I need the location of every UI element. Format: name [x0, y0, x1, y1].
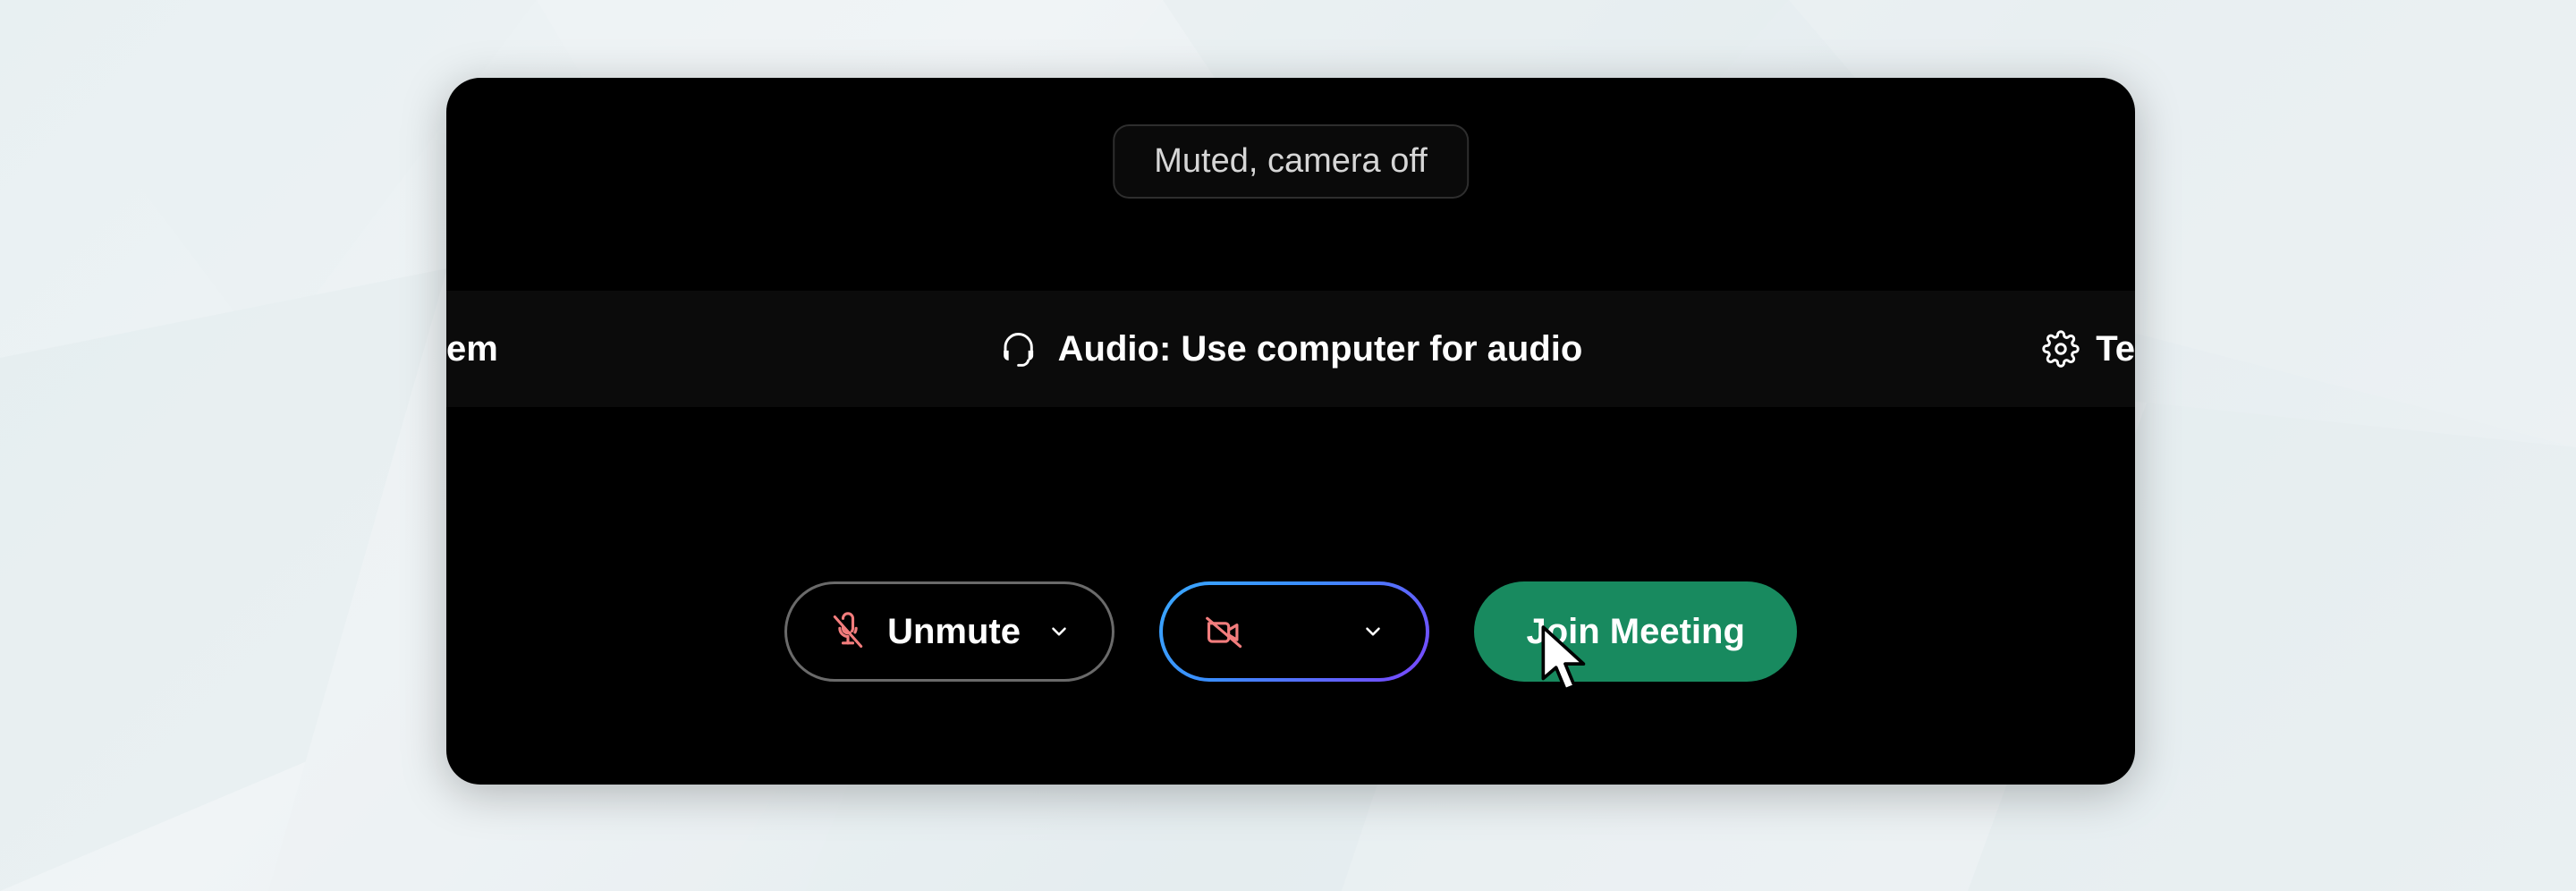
chevron-down-icon[interactable] — [1361, 620, 1385, 643]
headset-icon — [999, 329, 1038, 369]
unmute-label: Unmute — [887, 612, 1021, 652]
settings-option-cropped[interactable]: Te — [2042, 329, 2135, 369]
gear-icon — [2042, 330, 2080, 368]
meeting-preview-panel: Muted, camera off em Audio: Use computer… — [446, 78, 2135, 785]
unmute-button[interactable]: Unmute — [784, 581, 1114, 682]
status-tooltip: Muted, camera off — [1113, 124, 1469, 199]
mic-muted-icon — [828, 612, 868, 651]
start-video-button[interactable]: Start video — [1159, 581, 1429, 682]
options-bar: em Audio: Use computer for audio Te — [446, 291, 2135, 407]
join-meeting-button[interactable]: Join Meeting — [1474, 581, 1796, 682]
audio-option-label: Audio: Use computer for audio — [1058, 329, 1583, 369]
start-video-label: Start video — [1267, 624, 1335, 640]
chevron-down-icon[interactable] — [1047, 620, 1071, 643]
camera-off-icon — [1204, 612, 1247, 651]
audio-option[interactable]: Audio: Use computer for audio — [999, 329, 1583, 369]
settings-label-fragment: Te — [2096, 329, 2135, 369]
join-meeting-label: Join Meeting — [1526, 612, 1744, 652]
status-text: Muted, camera off — [1154, 142, 1428, 180]
left-cropped-text: em — [446, 329, 498, 369]
controls-row: Unmute Start video — [446, 581, 2135, 682]
